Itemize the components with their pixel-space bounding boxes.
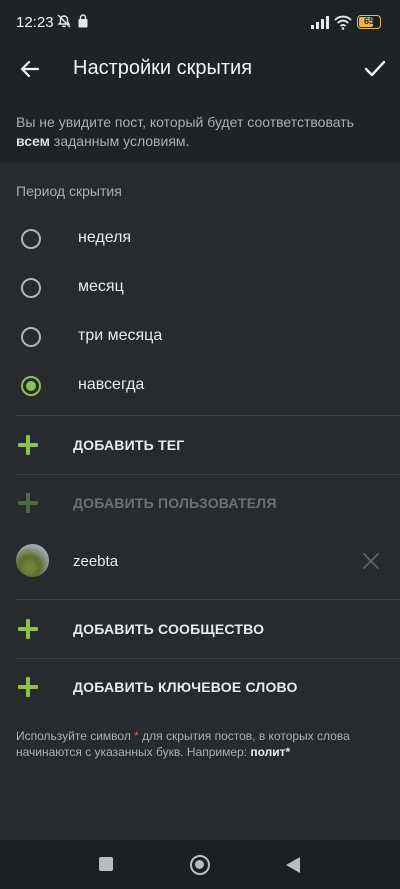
signal-icon — [311, 16, 329, 29]
info-text: Вы не увидите пост, который будет соотве… — [16, 113, 388, 151]
hint-text: Используйте символ * для скрытия постов,… — [16, 728, 388, 760]
plus-icon — [18, 677, 38, 697]
radio-option-week[interactable]: неделя — [0, 215, 400, 263]
radio-button-unchecked[interactable] — [21, 278, 41, 298]
divider — [16, 415, 400, 416]
radio-option-month[interactable]: месяц — [0, 264, 400, 312]
back-triangle-icon[interactable] — [285, 856, 301, 874]
add-user-button: ДОБАВИТЬ ПОЛЬЗОВАТЕЛЯ — [0, 475, 400, 531]
add-keyword-button[interactable]: ДОБАВИТЬ КЛЮЧЕВОЕ СЛОВО — [0, 659, 400, 715]
plus-icon — [18, 493, 38, 513]
radio-label: навсегда — [78, 376, 145, 393]
arrow-left-icon[interactable] — [16, 55, 44, 83]
close-icon[interactable] — [361, 551, 381, 571]
period-section-label: Период скрытия — [16, 183, 122, 199]
avatar — [16, 544, 49, 577]
add-community-button[interactable]: ДОБАВИТЬ СООБЩЕСТВО — [0, 601, 400, 657]
checkmark-icon[interactable] — [361, 54, 389, 82]
add-tag-label: ДОБАВИТЬ ТЕГ — [73, 437, 185, 453]
app-bar: Настройки скрытия — [0, 44, 400, 94]
add-tag-button[interactable]: ДОБАВИТЬ ТЕГ — [0, 417, 400, 473]
radio-button-checked[interactable] — [21, 376, 41, 396]
radio-option-three-months[interactable]: три месяца — [0, 313, 400, 361]
hint-example: полит* — [250, 745, 291, 759]
radio-option-forever[interactable]: навсегда — [0, 362, 400, 410]
hidden-user-item: zeebta — [0, 533, 400, 589]
radio-button-unchecked[interactable] — [21, 327, 41, 347]
user-name: zeebta — [73, 553, 119, 570]
plus-icon — [18, 619, 38, 639]
mute-icon — [57, 14, 71, 28]
add-keyword-label: ДОБАВИТЬ КЛЮЧЕВОЕ СЛОВО — [73, 679, 298, 695]
divider — [16, 599, 400, 600]
info-banner: Вы не увидите пост, который будет соотве… — [0, 94, 400, 163]
home-icon[interactable] — [190, 855, 210, 875]
recents-icon[interactable] — [99, 857, 113, 871]
info-text-bold: всем — [16, 133, 51, 149]
add-user-label: ДОБАВИТЬ ПОЛЬЗОВАТЕЛЯ — [73, 495, 277, 511]
hint-text-before: Используйте символ — [16, 729, 135, 743]
battery-level: 65 — [363, 16, 374, 26]
status-time: 12:23 — [16, 14, 54, 31]
add-community-label: ДОБАВИТЬ СООБЩЕСТВО — [73, 621, 265, 637]
wifi-icon — [334, 15, 352, 30]
plus-icon — [18, 435, 38, 455]
radio-label: три месяца — [78, 327, 163, 344]
radio-label: месяц — [78, 278, 124, 295]
navigation-bar — [0, 840, 400, 889]
radio-button-unchecked[interactable] — [21, 229, 41, 249]
info-text-after: заданным условиям. — [50, 133, 190, 149]
lock-icon — [78, 14, 88, 28]
status-bar: 12:23 65 — [0, 0, 400, 44]
battery-icon: 65 — [357, 15, 381, 29]
page-title: Настройки скрытия — [73, 57, 253, 79]
info-text-before: Вы не увидите пост, который будет соотве… — [16, 114, 354, 130]
radio-label: неделя — [78, 229, 132, 246]
